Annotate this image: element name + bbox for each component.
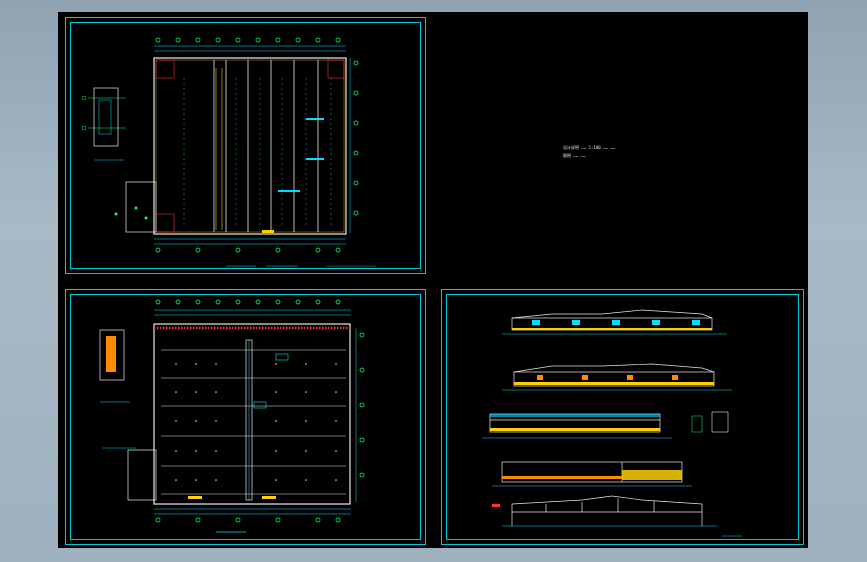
cad-drawing-canvas[interactable]: 设计说明 …… 1:100 …… …… 图例 …… …… [58, 12, 808, 548]
notes-line-2: 图例 …… …… [563, 153, 586, 158]
sheet-elevations-sections[interactable] [441, 289, 804, 545]
sheet-notes[interactable]: 设计说明 …… 1:100 …… …… 图例 …… …… [432, 17, 803, 274]
notes-line-1: 设计说明 …… 1:100 …… …… [563, 145, 616, 150]
sheet-floor-plan-lower[interactable] [65, 289, 426, 545]
floor-plan-lower-drawing [99, 299, 365, 533]
elevations-drawing [482, 309, 742, 537]
sheet-floor-plan-upper[interactable] [65, 17, 426, 274]
floor-plan-upper-drawing [81, 37, 376, 267]
